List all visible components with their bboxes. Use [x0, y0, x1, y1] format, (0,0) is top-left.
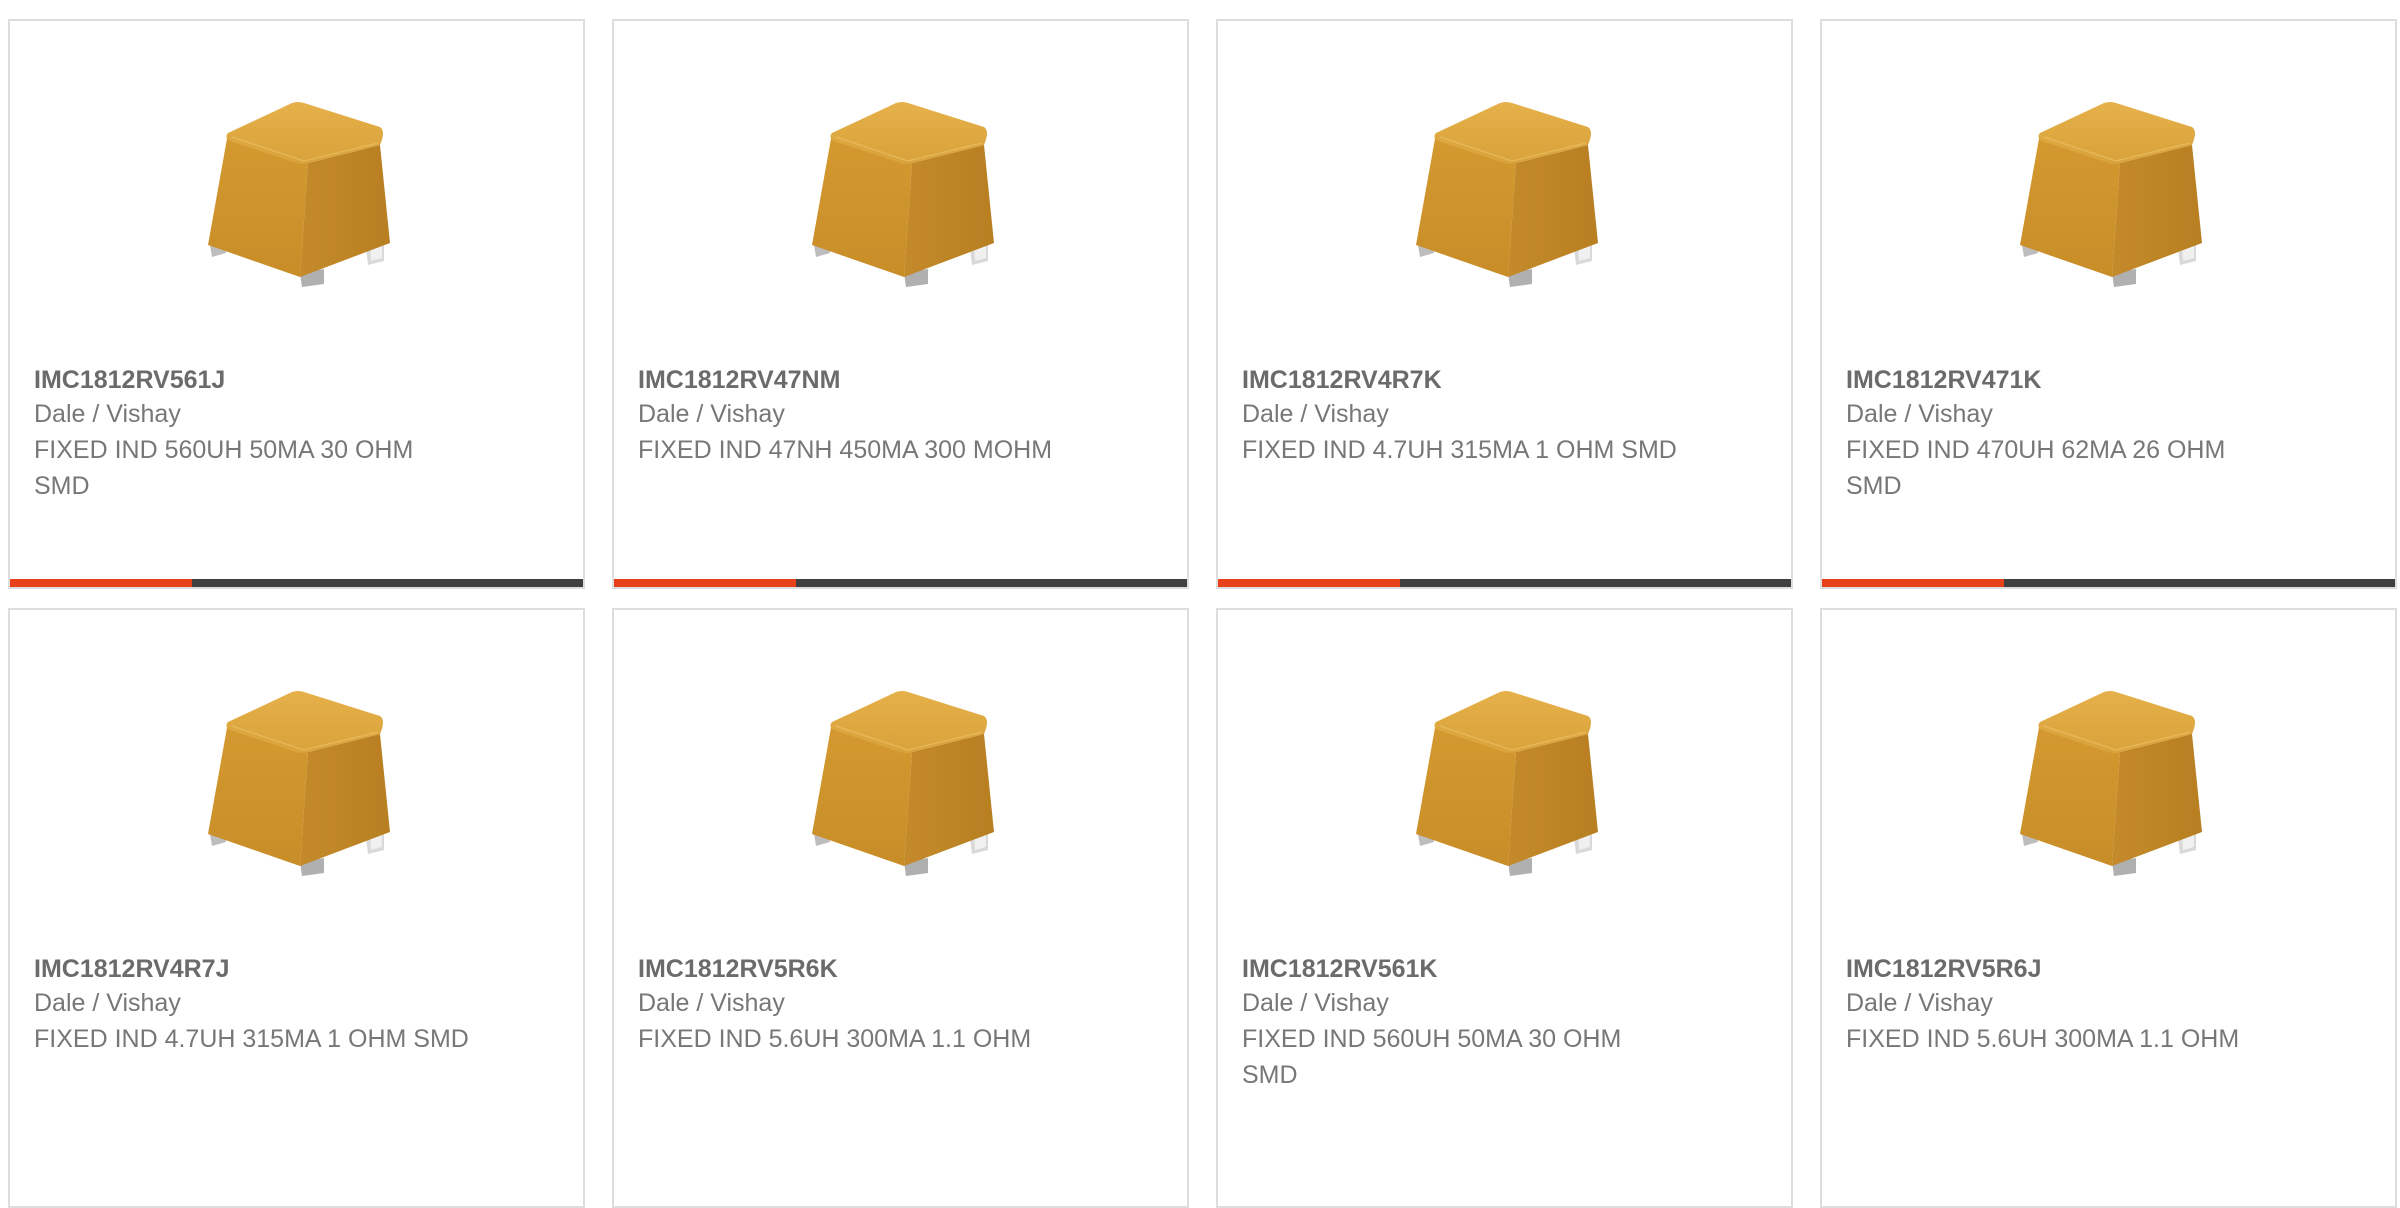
product-description: FIXED IND 4.7UH 315MA 1 OHM SMD: [34, 1025, 469, 1053]
product-card[interactable]: IMC1812RV561K Dale / Vishay FIXED IND 56…: [1216, 608, 1793, 1208]
product-description: FIXED IND 4.7UH 315MA 1 OHM SMD: [1242, 436, 1677, 464]
product-info: IMC1812RV4R7J Dale / Vishay FIXED IND 4.…: [34, 953, 474, 1057]
manufacturer: Dale / Vishay: [638, 989, 785, 1017]
card-accent-bar: [614, 579, 1187, 587]
card-accent-fill: [1218, 579, 1400, 587]
product-description: FIXED IND 560UH 50MA 30 OHM SMD: [1242, 1025, 1622, 1089]
product-info: IMC1812RV561K Dale / Vishay FIXED IND 56…: [1242, 953, 1682, 1093]
product-info: IMC1812RV561J Dale / Vishay FIXED IND 56…: [34, 364, 474, 504]
product-description: FIXED IND 5.6UH 300MA 1.1 OHM: [1846, 1025, 2240, 1053]
manufacturer: Dale / Vishay: [1846, 400, 1993, 428]
manufacturer: Dale / Vishay: [1242, 400, 1389, 428]
manufacturer: Dale / Vishay: [1846, 989, 1993, 1017]
card-accent-fill: [1822, 579, 2004, 587]
card-accent-bar: [1822, 579, 2395, 587]
product-info: IMC1812RV47NM Dale / Vishay FIXED IND 47…: [638, 364, 1078, 468]
product-card[interactable]: IMC1812RV47NM Dale / Vishay FIXED IND 47…: [612, 19, 1189, 589]
manufacturer: Dale / Vishay: [34, 989, 181, 1017]
part-number[interactable]: IMC1812RV471K: [1846, 364, 2286, 396]
product-info: IMC1812RV5R6J Dale / Vishay FIXED IND 5.…: [1846, 953, 2286, 1057]
product-image[interactable]: [2012, 93, 2212, 293]
product-info: IMC1812RV5R6K Dale / Vishay FIXED IND 5.…: [638, 953, 1078, 1057]
manufacturer: Dale / Vishay: [1242, 989, 1389, 1017]
part-number[interactable]: IMC1812RV561K: [1242, 953, 1682, 985]
manufacturer: Dale / Vishay: [638, 400, 785, 428]
inductor-component-icon: [1415, 101, 1599, 288]
product-card[interactable]: IMC1812RV471K Dale / Vishay FIXED IND 47…: [1820, 19, 2397, 589]
inductor-component-icon: [2019, 690, 2203, 877]
product-card[interactable]: IMC1812RV5R6K Dale / Vishay FIXED IND 5.…: [612, 608, 1189, 1208]
product-card[interactable]: IMC1812RV561J Dale / Vishay FIXED IND 56…: [8, 19, 585, 589]
product-image[interactable]: [1408, 93, 1608, 293]
product-image[interactable]: [1408, 682, 1608, 882]
inductor-component-icon: [1415, 690, 1599, 877]
card-accent-fill: [10, 579, 192, 587]
part-number[interactable]: IMC1812RV4R7K: [1242, 364, 1682, 396]
product-image[interactable]: [2012, 682, 2212, 882]
inductor-component-icon: [811, 690, 995, 877]
card-accent-bar: [1218, 579, 1791, 587]
product-description: FIXED IND 470UH 62MA 26 OHM SMD: [1846, 436, 2226, 500]
product-card[interactable]: IMC1812RV4R7J Dale / Vishay FIXED IND 4.…: [8, 608, 585, 1208]
inductor-component-icon: [811, 101, 995, 288]
part-number[interactable]: IMC1812RV561J: [34, 364, 474, 396]
inductor-component-icon: [207, 101, 391, 288]
part-number[interactable]: IMC1812RV5R6J: [1846, 953, 2286, 985]
part-number[interactable]: IMC1812RV4R7J: [34, 953, 474, 985]
inductor-component-icon: [207, 690, 391, 877]
product-image[interactable]: [200, 682, 400, 882]
card-accent-bar: [10, 579, 583, 587]
product-image[interactable]: [804, 93, 1004, 293]
product-description: FIXED IND 5.6UH 300MA 1.1 OHM: [638, 1025, 1032, 1053]
product-info: IMC1812RV4R7K Dale / Vishay FIXED IND 4.…: [1242, 364, 1682, 468]
part-number[interactable]: IMC1812RV47NM: [638, 364, 1078, 396]
product-description: FIXED IND 47NH 450MA 300 MOHM: [638, 436, 1053, 464]
product-card[interactable]: IMC1812RV5R6J Dale / Vishay FIXED IND 5.…: [1820, 608, 2397, 1208]
card-accent-fill: [614, 579, 796, 587]
product-card[interactable]: IMC1812RV4R7K Dale / Vishay FIXED IND 4.…: [1216, 19, 1793, 589]
manufacturer: Dale / Vishay: [34, 400, 181, 428]
product-description: FIXED IND 560UH 50MA 30 OHM SMD: [34, 436, 414, 500]
product-image[interactable]: [200, 93, 400, 293]
inductor-component-icon: [2019, 101, 2203, 288]
part-number[interactable]: IMC1812RV5R6K: [638, 953, 1078, 985]
product-image[interactable]: [804, 682, 1004, 882]
product-info: IMC1812RV471K Dale / Vishay FIXED IND 47…: [1846, 364, 2286, 504]
